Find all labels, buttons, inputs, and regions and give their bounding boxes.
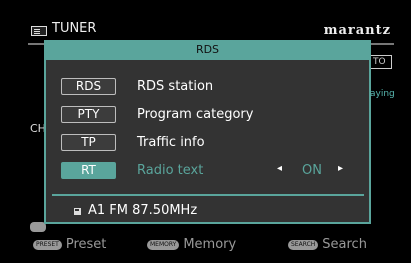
background-mode-box: TO [370, 55, 392, 69]
tuner-screen: TUNER marantz TO aying CH PRESET Preset … [0, 0, 411, 263]
left-arrow-icon[interactable]: ◂ [277, 163, 282, 174]
tp-label: Traffic info [137, 135, 205, 150]
rt-key: RT [61, 162, 116, 179]
menu-item-tp[interactable]: TP Traffic info [61, 134, 361, 152]
preset-badge: PRESET [33, 239, 62, 250]
preset-label: Preset [65, 237, 107, 252]
right-arrow-icon[interactable]: ▸ [338, 163, 343, 174]
frequency-status: A1 FM 87.50MHz [88, 203, 198, 218]
pty-key: PTY [61, 106, 116, 123]
search-badge: SEARCH [288, 239, 319, 250]
memory-label: Memory [183, 237, 237, 252]
menu-item-pty[interactable]: PTY Program category [61, 106, 361, 124]
menu-item-rds[interactable]: RDS RDS station [61, 78, 361, 96]
rds-label: RDS station [137, 79, 214, 94]
pty-label: Program category [137, 107, 254, 122]
tuner-icon [31, 26, 47, 36]
rds-dialog: RDS RDS RDS station PTY Program category… [44, 40, 371, 224]
rt-value: ON [302, 163, 322, 178]
dialog-divider [52, 194, 364, 196]
radio-icon [74, 208, 81, 215]
preset-button[interactable]: PRESET Preset [33, 237, 106, 252]
source-label: TUNER [52, 21, 97, 36]
rds-key: RDS [61, 78, 116, 95]
search-label: Search [322, 237, 367, 252]
memory-button[interactable]: MEMORY Memory [147, 237, 236, 252]
tp-key: TP [61, 134, 116, 151]
footer-bar: PRESET Preset MEMORY Memory SEARCH Searc… [33, 237, 403, 257]
memory-badge: MEMORY [147, 239, 180, 250]
brand-logo: marantz [323, 23, 391, 38]
rt-label: Radio text [137, 163, 204, 178]
dialog-title-bar: RDS [46, 42, 369, 60]
background-status-text: aying [370, 89, 395, 99]
dialog-title: RDS [195, 43, 220, 56]
search-button[interactable]: SEARCH Search [288, 237, 367, 252]
menu-item-rt[interactable]: RT Radio text ◂ ON ▸ [61, 162, 361, 180]
